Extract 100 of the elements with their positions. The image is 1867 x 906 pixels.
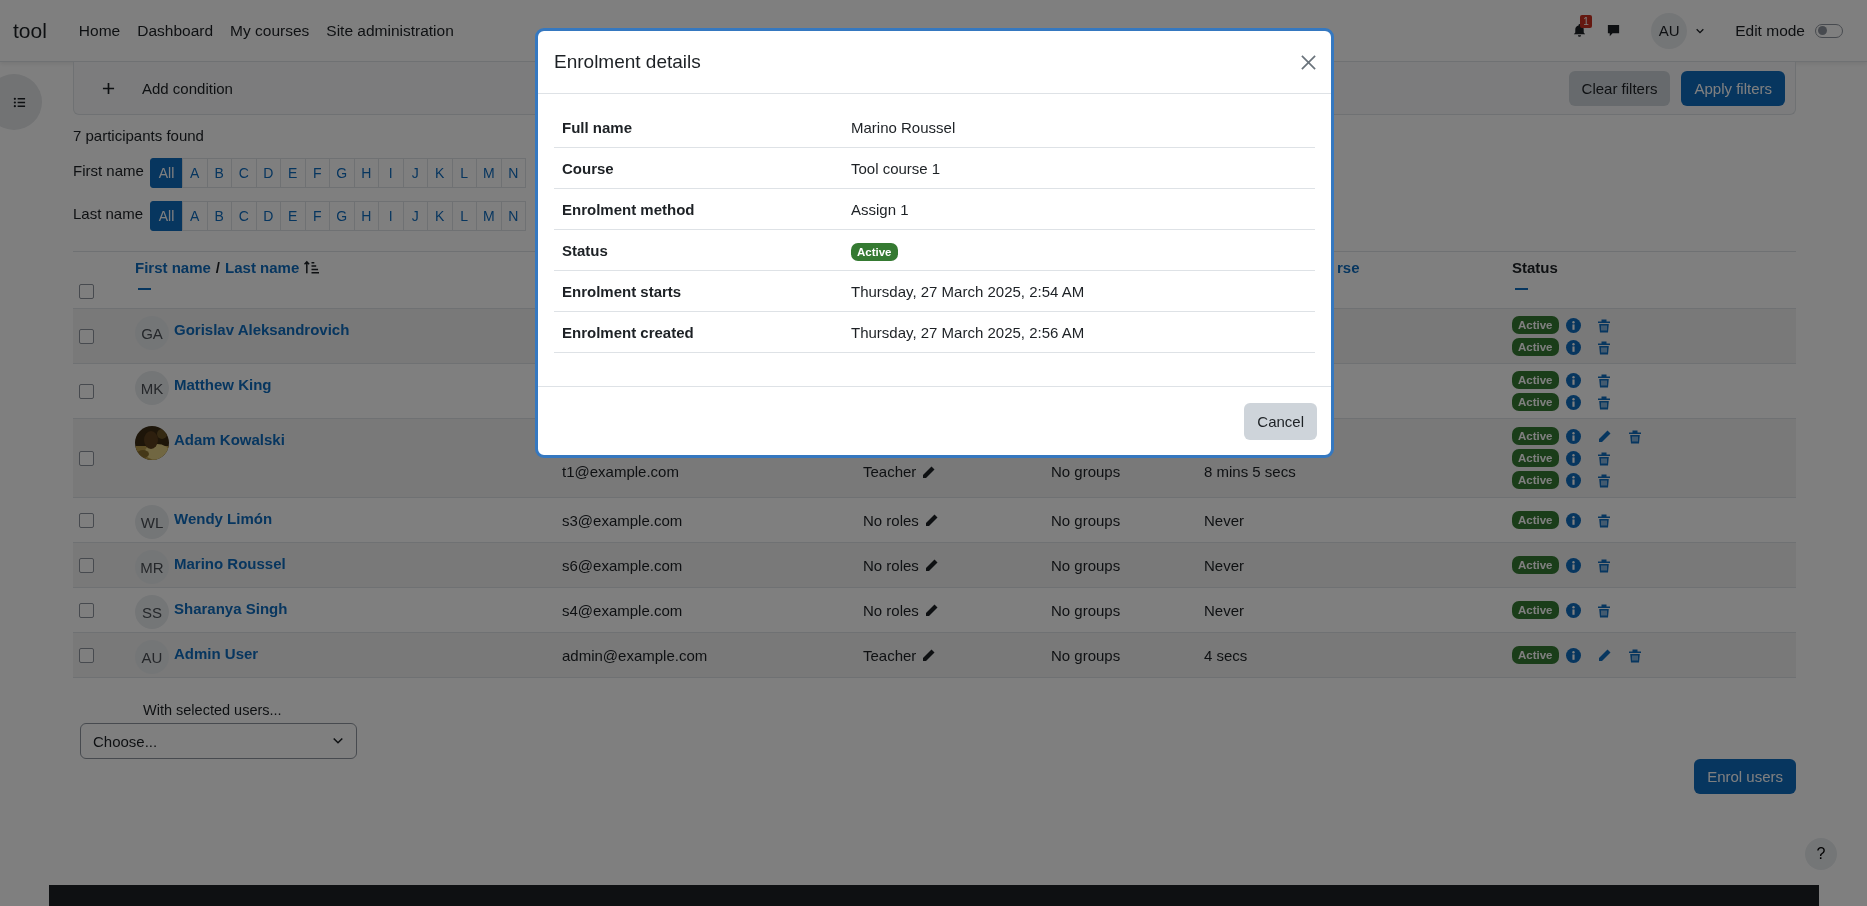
info-icon[interactable] xyxy=(1565,557,1581,573)
trash-icon[interactable] xyxy=(1596,512,1611,528)
chat-icon[interactable] xyxy=(1606,23,1622,38)
info-icon[interactable] xyxy=(1565,602,1581,618)
pencil-icon[interactable] xyxy=(1596,647,1612,663)
initial-letter-button[interactable]: F xyxy=(304,201,330,231)
row-checkbox[interactable] xyxy=(79,512,94,528)
user-name-link[interactable]: Admin User xyxy=(174,644,259,662)
pencil-icon[interactable] xyxy=(923,512,939,528)
initial-letter-button[interactable]: K xyxy=(427,158,453,188)
initial-letter-button[interactable]: M xyxy=(476,158,502,188)
trash-icon[interactable] xyxy=(1596,450,1611,466)
initial-letter-button[interactable]: E xyxy=(280,201,306,231)
initial-letter-button[interactable]: A xyxy=(182,158,208,188)
initial-letter-button[interactable]: I xyxy=(378,201,404,231)
nav-link[interactable]: Dashboard xyxy=(137,21,214,40)
trash-icon[interactable] xyxy=(1596,557,1611,573)
user-name-link[interactable]: Matthew King xyxy=(174,375,272,393)
info-icon[interactable] xyxy=(1565,394,1581,410)
initial-letter-button[interactable]: H xyxy=(353,158,379,188)
pencil-icon[interactable] xyxy=(921,647,937,663)
bell-icon[interactable] xyxy=(1572,23,1588,38)
row-checkbox[interactable] xyxy=(79,557,94,573)
info-icon[interactable] xyxy=(1565,372,1581,388)
trash-icon[interactable] xyxy=(1627,428,1642,444)
info-icon[interactable] xyxy=(1565,472,1581,488)
trash-icon[interactable] xyxy=(1596,339,1611,355)
initial-letter-button[interactable]: D xyxy=(255,158,281,188)
nav-link[interactable]: Home xyxy=(78,21,121,40)
row-checkbox[interactable] xyxy=(79,450,94,466)
nav-link[interactable]: My courses xyxy=(230,21,310,40)
initial-letter-button[interactable]: B xyxy=(206,158,232,188)
bulk-action-select[interactable]: Choose... xyxy=(80,723,357,759)
initial-letter-button[interactable]: M xyxy=(476,201,502,231)
initial-letter-button[interactable]: D xyxy=(255,201,281,231)
pencil-icon[interactable] xyxy=(923,557,939,573)
trash-icon[interactable] xyxy=(1596,372,1611,388)
pencil-icon[interactable] xyxy=(921,465,937,480)
field-label: Enrolment created xyxy=(562,323,695,341)
filter-button[interactable]: Clear filters xyxy=(1568,70,1671,106)
column-header-link[interactable]: rse xyxy=(1337,259,1360,276)
filter-button[interactable]: Apply filters xyxy=(1681,70,1785,106)
pencil-icon[interactable] xyxy=(923,602,939,618)
initial-letter-button[interactable]: A xyxy=(182,201,208,231)
pencil-icon[interactable] xyxy=(1596,428,1612,444)
plus-icon[interactable] xyxy=(102,81,115,95)
drawer-toggle-button[interactable] xyxy=(0,74,42,130)
initial-letter-button[interactable]: J xyxy=(402,158,428,188)
trash-icon[interactable] xyxy=(1596,317,1611,333)
select-all-checkbox[interactable] xyxy=(79,283,94,299)
trash-icon[interactable] xyxy=(1596,472,1611,488)
initial-letter-button[interactable]: All xyxy=(150,201,183,231)
user-name-link[interactable]: Gorislav Aleksandrovich xyxy=(174,320,350,338)
initial-letter-button[interactable]: G xyxy=(329,201,355,231)
last-access-text: Never xyxy=(1204,556,1244,574)
user-avatar[interactable]: AU xyxy=(1651,12,1688,49)
sort-link[interactable]: First name xyxy=(135,259,211,276)
initial-letter-button[interactable]: B xyxy=(206,201,232,231)
cancel-button[interactable]: Cancel xyxy=(1244,403,1317,440)
user-name-link[interactable]: Sharanya Singh xyxy=(174,599,288,617)
initial-letter-button[interactable]: K xyxy=(427,201,453,231)
info-icon[interactable] xyxy=(1565,428,1581,444)
initial-letter-button[interactable]: J xyxy=(402,201,428,231)
info-icon[interactable] xyxy=(1565,339,1581,355)
row-checkbox[interactable] xyxy=(79,328,94,344)
row-checkbox[interactable] xyxy=(79,602,94,618)
initial-letter-button[interactable]: L xyxy=(451,158,477,188)
initial-letter-button[interactable]: I xyxy=(378,158,404,188)
trash-icon[interactable] xyxy=(1596,394,1611,410)
info-icon[interactable] xyxy=(1565,317,1581,333)
user-name-link[interactable]: Wendy Limón xyxy=(174,509,273,527)
trash-icon[interactable] xyxy=(1596,602,1611,618)
initial-letter-button[interactable]: L xyxy=(451,201,477,231)
help-button[interactable]: ? xyxy=(1805,838,1837,870)
info-icon[interactable] xyxy=(1565,647,1581,663)
site-name[interactable]: tool xyxy=(13,18,47,43)
row-checkbox[interactable] xyxy=(79,647,94,663)
initial-letter-button[interactable]: G xyxy=(329,158,355,188)
initial-letter-button[interactable]: H xyxy=(353,201,379,231)
user-initials-avatar: AU xyxy=(135,640,169,674)
user-initials-avatar: GA xyxy=(135,316,169,350)
user-name-link[interactable]: Adam Kowalski xyxy=(174,430,285,448)
filter-label: Last name xyxy=(73,204,145,222)
initial-letter-button[interactable]: F xyxy=(304,158,330,188)
initial-letter-button[interactable]: N xyxy=(500,201,526,231)
initial-letter-button[interactable]: C xyxy=(231,201,257,231)
add-condition-link[interactable]: Add condition xyxy=(142,79,233,97)
initial-letter-button[interactable]: E xyxy=(280,158,306,188)
nav-link[interactable]: Site administration xyxy=(326,21,454,40)
row-checkbox[interactable] xyxy=(79,383,94,399)
sort-link[interactable]: Last name xyxy=(225,259,300,276)
info-icon[interactable] xyxy=(1565,450,1581,466)
close-icon[interactable] xyxy=(1300,53,1317,71)
initial-letter-button[interactable]: N xyxy=(500,158,526,188)
info-icon[interactable] xyxy=(1565,512,1581,528)
enrol-users-button[interactable]: Enrol users xyxy=(1694,759,1796,794)
trash-icon[interactable] xyxy=(1627,647,1642,663)
initial-letter-button[interactable]: All xyxy=(150,158,183,188)
initial-letter-button[interactable]: C xyxy=(231,158,257,188)
user-name-link[interactable]: Marino Roussel xyxy=(174,554,286,572)
